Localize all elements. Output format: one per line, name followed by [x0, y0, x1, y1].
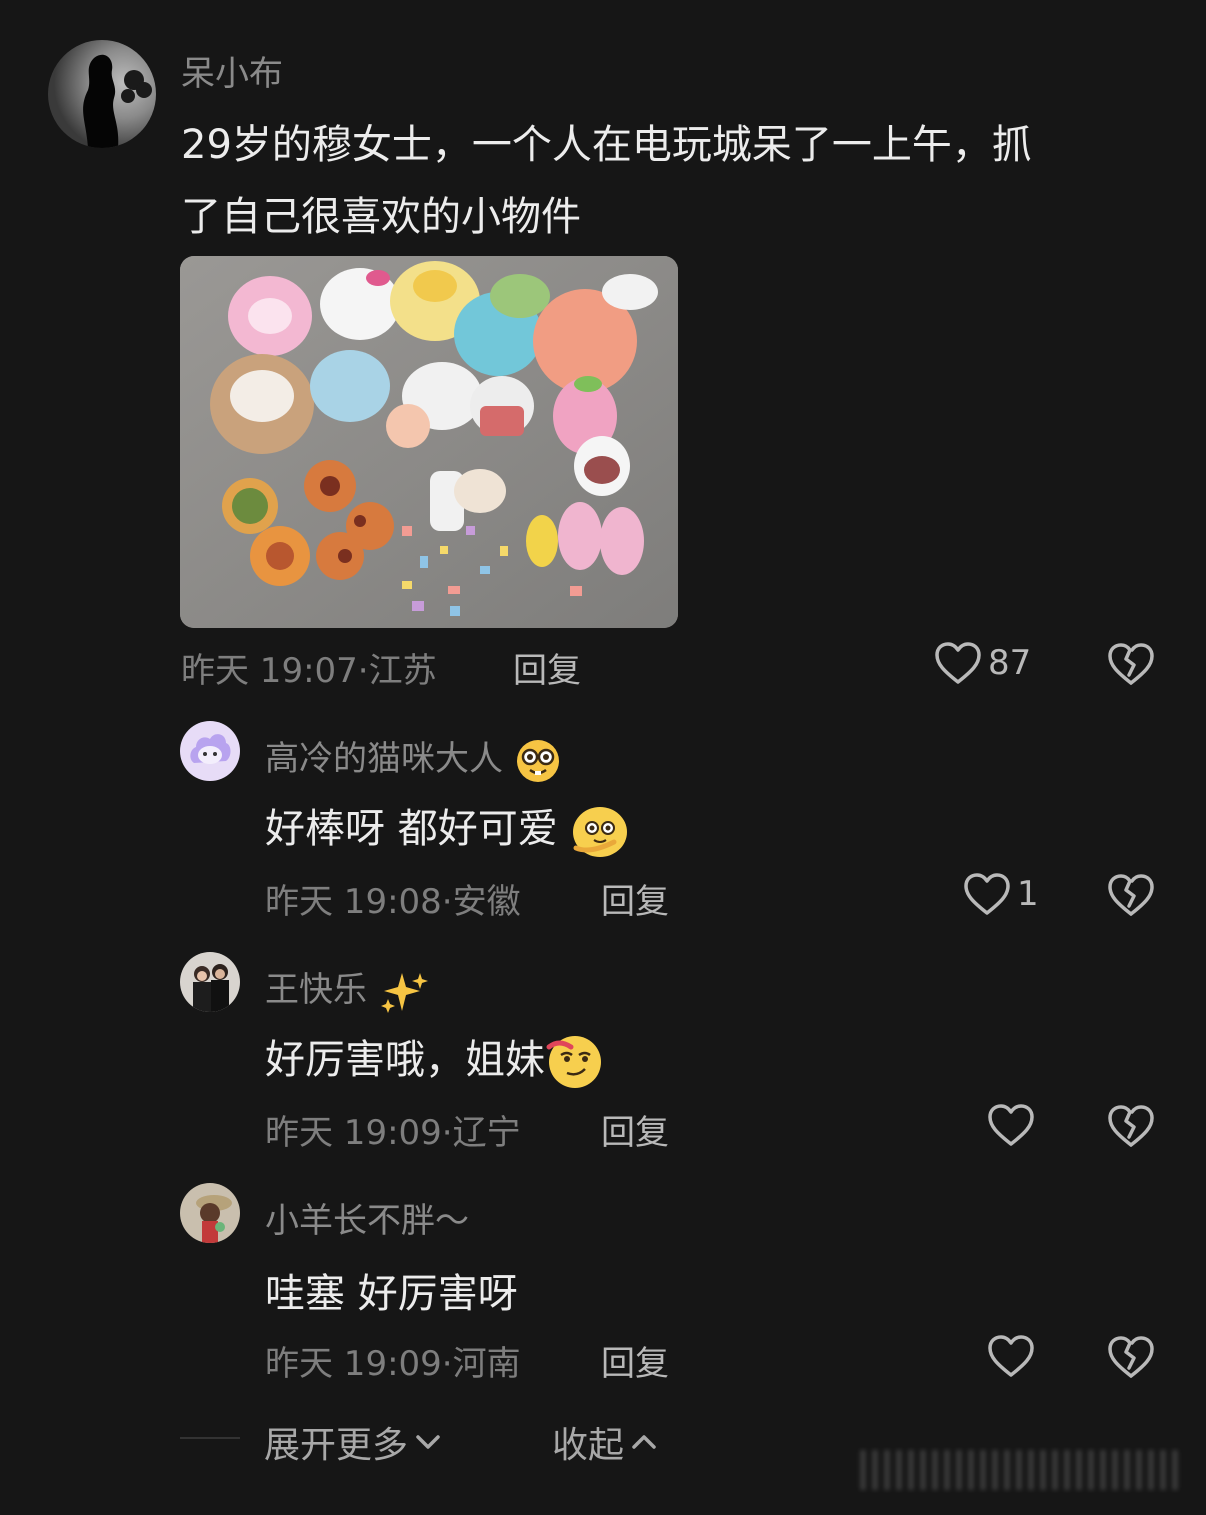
comment-photo[interactable]: [180, 256, 678, 628]
thread-divider: [180, 1437, 240, 1439]
heart-outline-icon: [988, 1335, 1034, 1377]
watermark: [860, 1450, 1180, 1490]
like-button[interactable]: [987, 1103, 1041, 1147]
dislike-button[interactable]: [1107, 1334, 1155, 1384]
dislike-button[interactable]: [1107, 1103, 1155, 1153]
reply-text: 好厉害哦，姐妹: [265, 1027, 605, 1091]
reply-author-name[interactable]: 高冷的猫咪大人: [265, 731, 562, 785]
plush-toys-photo: [180, 256, 678, 628]
broken-heart-icon: [1108, 874, 1154, 916]
like-button[interactable]: 87: [934, 641, 1031, 685]
reply-avatar[interactable]: [180, 952, 240, 1012]
like-button[interactable]: 1: [963, 872, 1039, 916]
chevron-down-icon: [416, 1435, 440, 1449]
reply-button[interactable]: 回复: [601, 1336, 669, 1385]
reply-text: 哇塞 好厉害呀: [265, 1271, 518, 1317]
comment-text-line2: 了自己很喜欢的小物件: [181, 194, 581, 240]
silhouette-icon: [83, 54, 152, 148]
reply-button[interactable]: 回复: [601, 1105, 669, 1154]
collapse-button[interactable]: 收起: [552, 1416, 658, 1468]
reply-button[interactable]: 回复: [601, 874, 669, 923]
heart-outline-icon: [988, 1104, 1034, 1146]
heart-outline-icon: [964, 873, 1010, 915]
like-button[interactable]: [987, 1334, 1041, 1378]
reply-text: 好棒呀 都好可爱: [265, 796, 630, 860]
chevron-up-icon: [632, 1435, 656, 1449]
shy-face-icon: [573, 807, 628, 857]
cat-cloud-avatar-icon: [190, 734, 231, 764]
comment-time-location: 昨天 19:07·江苏: [181, 651, 437, 691]
reply-avatar[interactable]: [180, 721, 240, 781]
like-count: 1: [1017, 874, 1039, 914]
reply-author-name[interactable]: 小羊长不胖～: [265, 1193, 469, 1242]
smug-face-icon: [546, 1036, 601, 1088]
broken-heart-icon: [1108, 643, 1154, 685]
sparkles-icon: [380, 972, 428, 1013]
reply-time-location: 昨天 19:09·辽宁: [265, 1113, 521, 1153]
heart-outline-icon: [935, 642, 981, 684]
reply-avatar[interactable]: [180, 1183, 240, 1243]
reply-author-name[interactable]: 王快乐: [265, 962, 430, 1015]
dislike-button[interactable]: [1107, 872, 1155, 922]
broken-heart-icon: [1108, 1336, 1154, 1378]
reply-button[interactable]: 回复: [513, 643, 581, 692]
girl-with-hat-avatar-icon: [196, 1195, 232, 1243]
author-name[interactable]: 呆小布: [181, 46, 283, 95]
comment-text-line1: 29岁的穆女士，一个人在电玩城呆了一上午，抓: [181, 122, 1032, 168]
author-avatar[interactable]: [48, 40, 156, 148]
reply-time-location: 昨天 19:09·河南: [265, 1344, 521, 1384]
nerd-face-icon: [516, 739, 559, 782]
expand-more-button[interactable]: 展开更多: [264, 1416, 442, 1468]
reply-time-location: 昨天 19:08·安徽: [265, 882, 521, 922]
broken-heart-icon: [1108, 1105, 1154, 1147]
dislike-button[interactable]: [1107, 641, 1155, 691]
couple-photo-avatar-icon: [193, 964, 229, 1012]
like-count: 87: [988, 643, 1032, 683]
